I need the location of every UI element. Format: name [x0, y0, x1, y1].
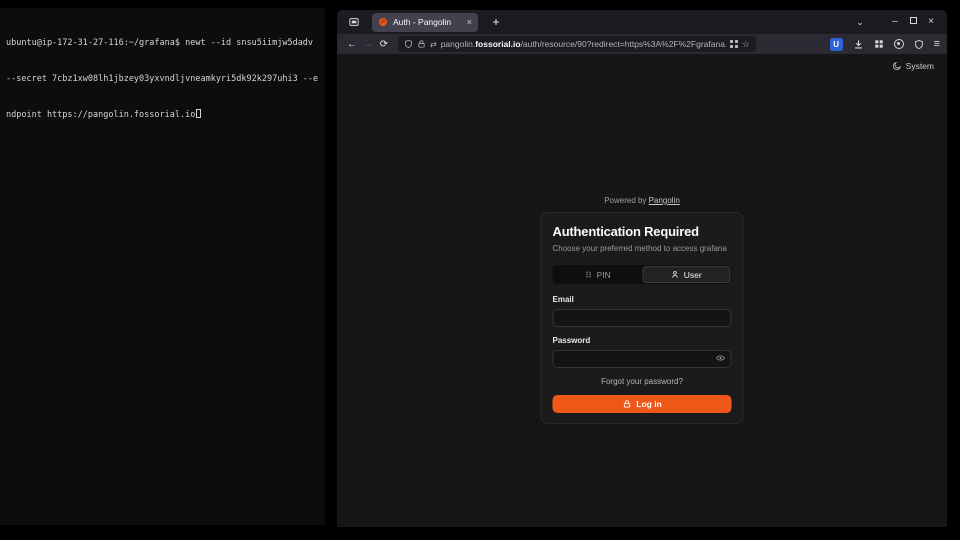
reload-button[interactable]: ⟳ [376, 39, 392, 50]
moon-icon [892, 61, 902, 71]
url-bar[interactable]: ⇄ pangolin.fossorial.io/auth/resource/90… [398, 36, 756, 52]
tab-title: Auth - Pangolin [393, 17, 462, 27]
url-grid-icon[interactable] [730, 40, 738, 48]
email-label: Email [553, 295, 732, 304]
terminal-cursor [196, 109, 201, 118]
desktop: ubuntu@ip-172-31-27-116:~/grafana$ newt … [0, 0, 960, 540]
url-path: /auth/resource/90?redirect=https%3A%2F%2… [521, 39, 727, 49]
ublock-extension-icon[interactable]: U [830, 38, 843, 51]
window-maximize-button[interactable] [904, 17, 922, 27]
auth-container: Powered by Pangolin Authentication Requi… [541, 196, 744, 424]
firefox-view-button[interactable] [344, 13, 364, 31]
terminal-line-text: ndpoint https://pangolin.fossorial.io [6, 110, 195, 120]
pangolin-favicon [378, 17, 388, 27]
powered-by: Powered by Pangolin [541, 196, 744, 205]
show-password-button[interactable] [716, 353, 726, 363]
maximize-icon [910, 17, 917, 24]
theme-toggle-label: System [906, 61, 934, 71]
auth-method-tabs: PIN User [553, 265, 732, 284]
url-prefix: pangolin. [441, 39, 476, 49]
window-controls: – × [886, 17, 940, 27]
card-subtitle: Choose your preferred method to access g… [553, 244, 732, 253]
terminal-line: ndpoint https://pangolin.fossorial.io [6, 109, 319, 121]
email-field[interactable] [553, 309, 732, 327]
card-title: Authentication Required [553, 224, 732, 239]
grid-dot [730, 40, 733, 43]
permissions-swap-icon[interactable]: ⇄ [430, 40, 437, 49]
navbar-right-icons: U ≡ [830, 38, 940, 51]
tab-close-icon[interactable]: × [467, 18, 472, 27]
password-field-wrap [553, 349, 732, 368]
eye-icon [716, 353, 726, 363]
grid-dot [735, 40, 738, 43]
tab-user-label: User [684, 270, 702, 280]
browser-window: Auth - Pangolin × + ⌄ – × ← → ⟳ [337, 10, 947, 527]
lock-icon[interactable] [417, 39, 426, 49]
tab-pin-label: PIN [597, 270, 611, 280]
email-field-wrap [553, 308, 732, 327]
login-button[interactable]: Log in [553, 395, 732, 413]
back-button[interactable]: ← [344, 39, 360, 50]
auth-card: Authentication Required Choose your pref… [541, 212, 744, 424]
new-tab-button[interactable]: + [488, 15, 504, 29]
window-close-button[interactable]: × [922, 17, 940, 27]
powered-by-prefix: Powered by [604, 196, 648, 205]
forgot-password-link[interactable]: Forgot your password? [553, 377, 732, 386]
tab-pin[interactable]: PIN [554, 266, 643, 283]
login-button-label: Log in [636, 399, 662, 409]
url-text: pangolin.fossorial.io/auth/resource/90?r… [441, 39, 727, 49]
pangolin-link[interactable]: Pangolin [649, 196, 680, 205]
hamburger-menu-icon[interactable]: ≡ [934, 38, 940, 50]
browser-tab-strip: Auth - Pangolin × + ⌄ – × [337, 10, 947, 34]
window-minimize-button[interactable]: – [886, 17, 904, 27]
password-label: Password [553, 336, 732, 345]
terminal-line: ubuntu@ip-172-31-27-116:~/grafana$ newt … [6, 37, 319, 49]
pin-keypad-icon [585, 270, 593, 279]
tab-user[interactable]: User [642, 266, 731, 283]
browser-tab-active[interactable]: Auth - Pangolin × [372, 13, 478, 32]
url-domain: fossorial.io [475, 39, 520, 49]
extensions-icon[interactable] [874, 39, 884, 49]
user-icon [671, 270, 680, 279]
forward-button[interactable]: → [360, 39, 376, 50]
password-field[interactable] [553, 350, 732, 368]
terminal-window[interactable]: ubuntu@ip-172-31-27-116:~/grafana$ newt … [0, 8, 325, 525]
firefox-view-icon [348, 16, 360, 28]
terminal-line: --secret 7cbz1xw08lh1jbzey03yxvndljvneam… [6, 73, 319, 85]
grid-dot [730, 45, 733, 48]
tracking-protection-shield-icon[interactable] [404, 39, 413, 49]
downloads-icon[interactable] [853, 39, 864, 50]
theme-toggle[interactable]: System [892, 61, 934, 71]
browser-navbar: ← → ⟳ ⇄ pangolin.fossorial.io/auth/resou… [337, 34, 947, 54]
shield-extension-icon[interactable] [914, 39, 924, 50]
login-lock-icon [622, 399, 631, 409]
grid-dot [735, 45, 738, 48]
account-icon[interactable] [894, 39, 904, 49]
bookmark-star-icon[interactable]: ☆ [742, 39, 750, 50]
page-content: System Powered by Pangolin Authenticatio… [337, 54, 947, 527]
list-all-tabs-icon[interactable]: ⌄ [852, 17, 868, 28]
